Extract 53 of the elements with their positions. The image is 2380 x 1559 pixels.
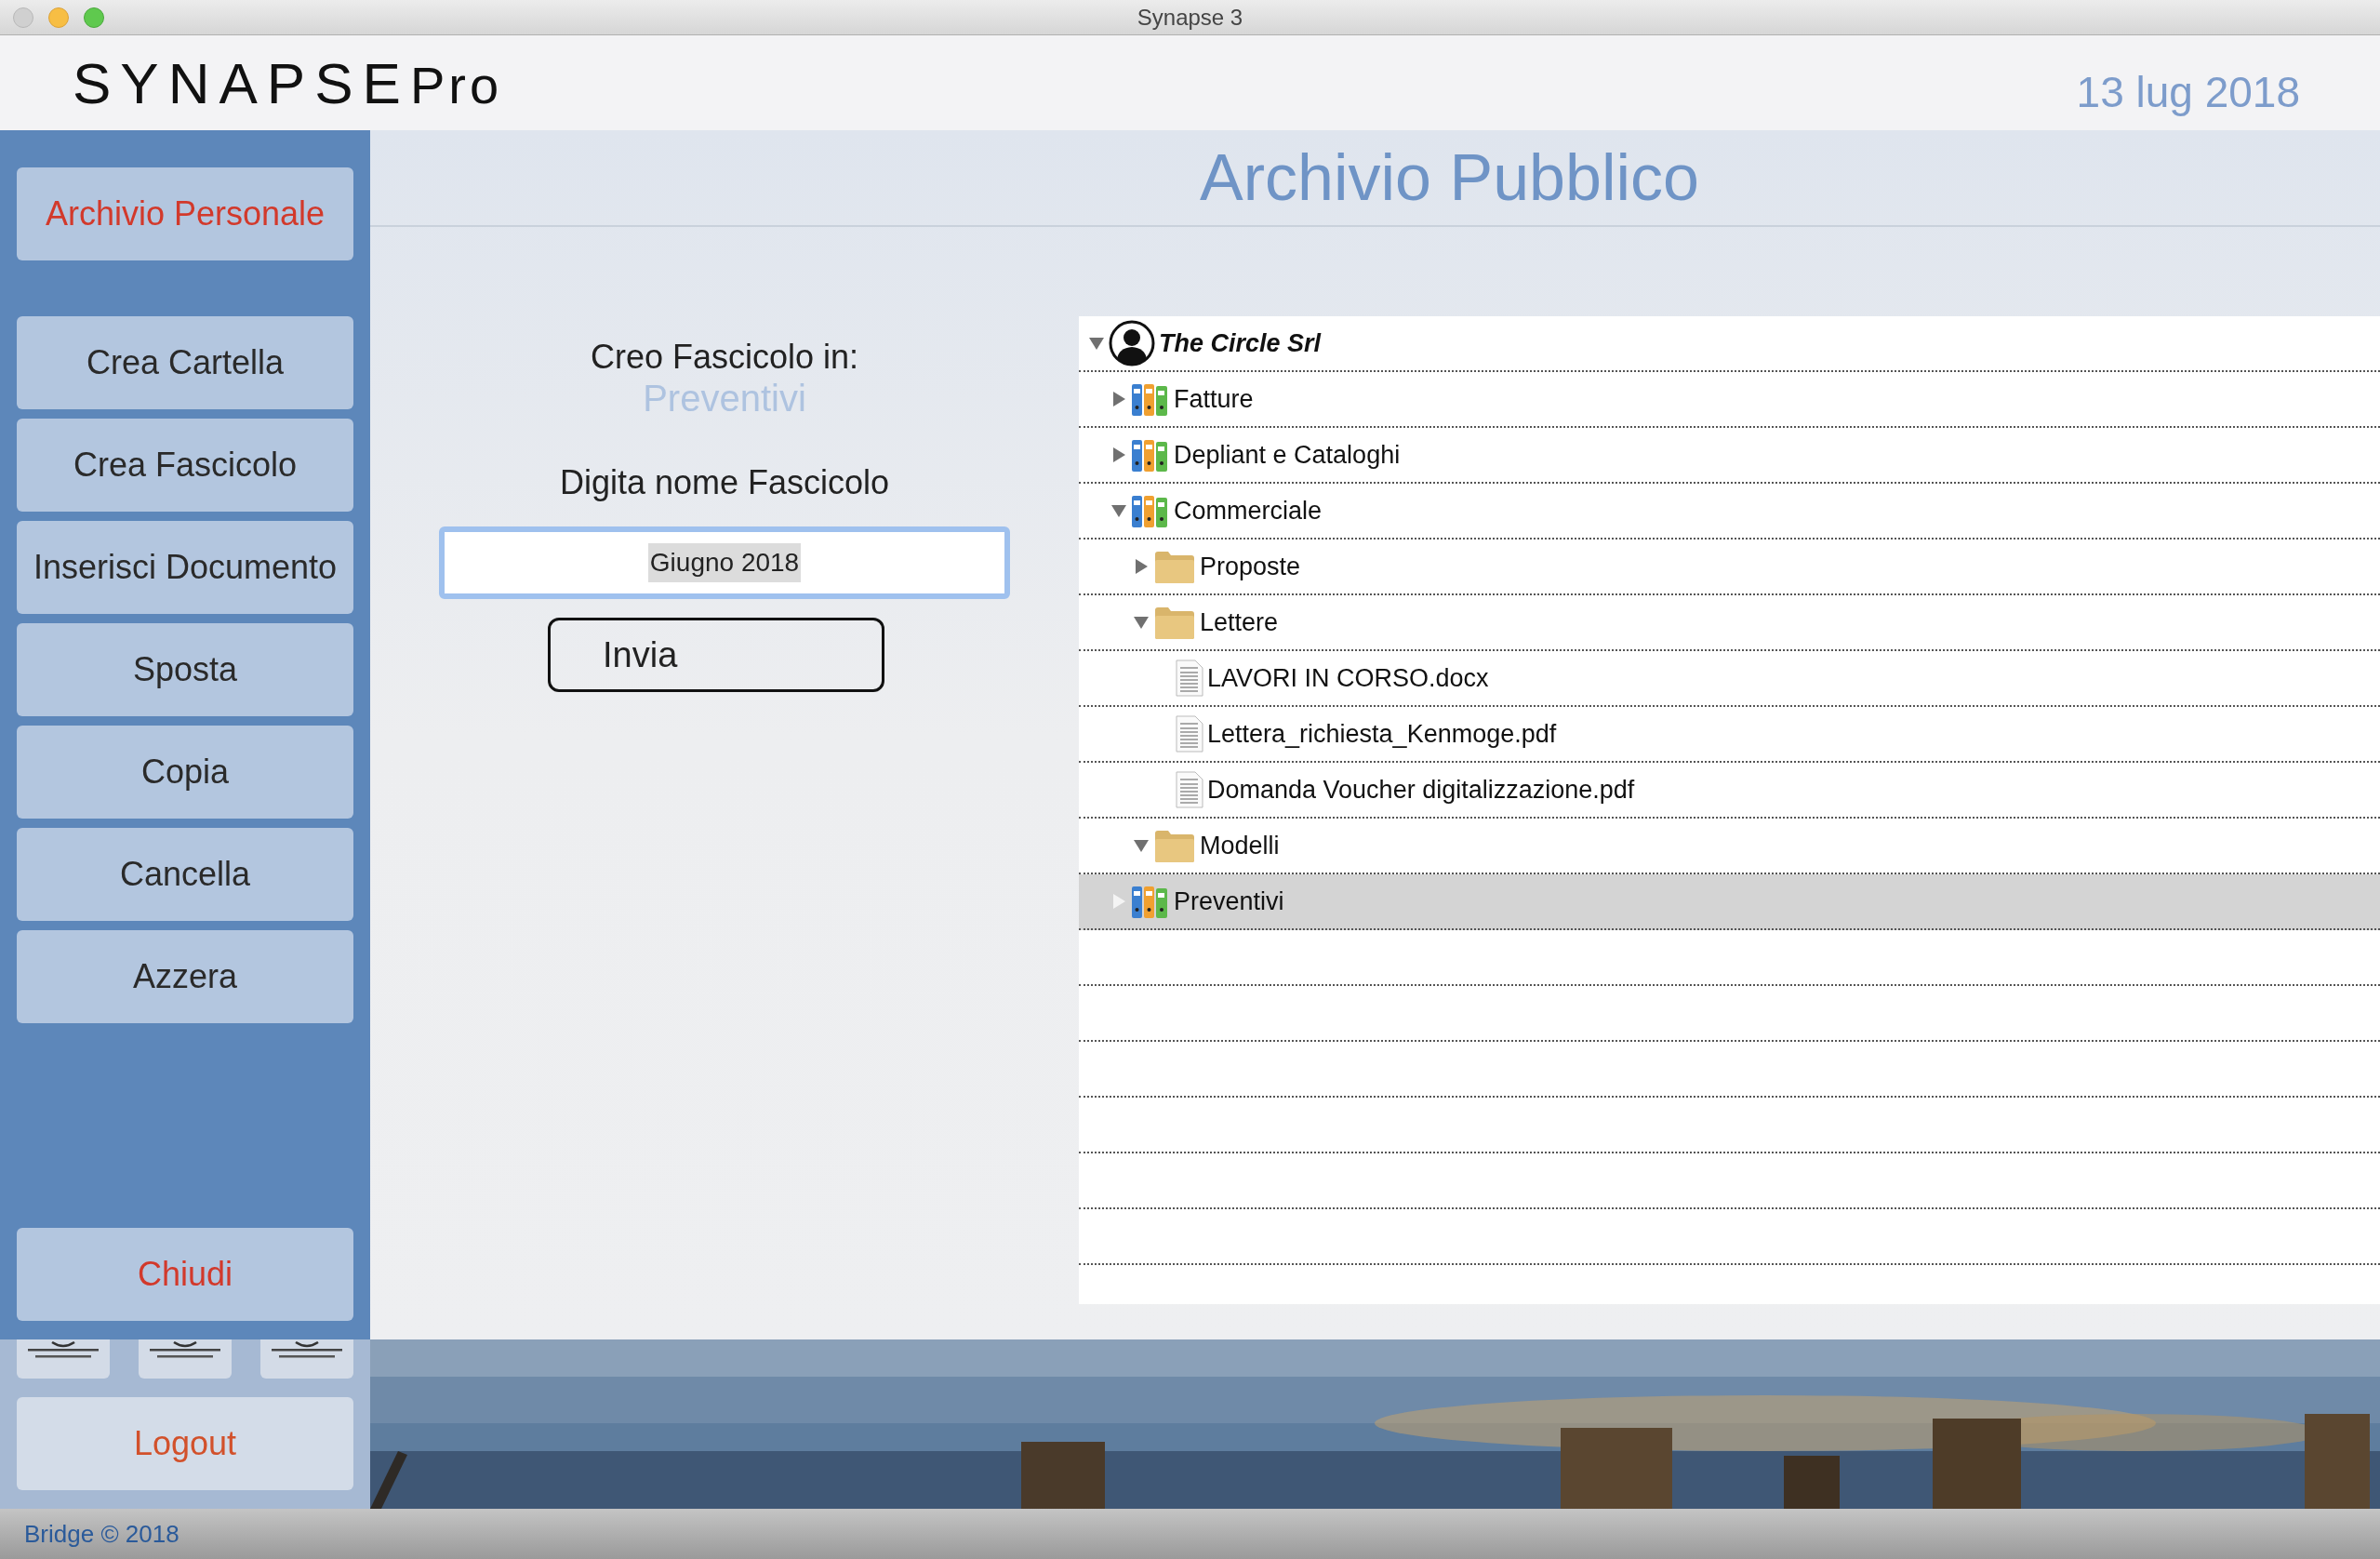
binders-icon — [1131, 437, 1170, 473]
folder-icon — [1153, 828, 1196, 863]
sidebar-button[interactable]: Copia — [17, 726, 353, 819]
sidebar-button[interactable]: Crea Cartella — [17, 316, 353, 409]
tree-item-label: Fatture — [1174, 383, 1254, 415]
tree-item-label: Modelli — [1200, 830, 1280, 861]
send-button[interactable]: Invia — [548, 618, 884, 692]
target-folder-name: Preventivi — [643, 378, 806, 419]
tree-item-label: LAVORI IN CORSO.docx — [1207, 662, 1489, 694]
tree-item-label: Lettere — [1200, 606, 1279, 638]
date-label: 13 lug 2018 — [2076, 66, 2300, 118]
person-icon — [1109, 320, 1155, 366]
document-icon — [1176, 715, 1203, 753]
app-logo: SYNAPSE Pro — [73, 49, 503, 117]
line-icon — [272, 1341, 342, 1358]
folder-icon — [1153, 605, 1196, 640]
document-icon — [1176, 660, 1203, 697]
name-field[interactable]: Giugno 2018 — [439, 526, 1010, 599]
binders-icon — [1131, 493, 1170, 528]
binders-icon — [1131, 381, 1170, 417]
page-title: Archivio Pubblico — [1200, 140, 1699, 216]
collapsed-arrow-icon[interactable] — [1133, 558, 1150, 575]
sidebar-button[interactable]: Cancella — [17, 828, 353, 921]
collapsed-arrow-icon[interactable] — [1110, 446, 1127, 463]
folder-icon — [1153, 549, 1196, 584]
tree-item-label: Preventivi — [1174, 886, 1284, 917]
expanded-arrow-icon[interactable] — [1133, 614, 1150, 631]
shortcut-tile[interactable] — [139, 1339, 232, 1379]
sidebar-button[interactable]: Azzera — [17, 930, 353, 1023]
document-icon — [1176, 771, 1203, 808]
target-label: Creo Fascicolo in: — [590, 337, 859, 378]
binders-icon — [1131, 884, 1170, 919]
expanded-arrow-icon[interactable] — [1110, 502, 1127, 519]
window-title: Synapse 3 — [1137, 3, 1243, 32]
sidebar-button[interactable]: Inserisci Documento — [17, 521, 353, 614]
sidebar-button[interactable]: Sposta — [17, 623, 353, 716]
copyright-text: Bridge © 2018 — [24, 1518, 179, 1550]
shortcut-tile[interactable] — [260, 1339, 353, 1379]
tree-item-label: Domanda Voucher digitalizzazione.pdf — [1207, 774, 1635, 806]
tree-item-label: The Circle Srl — [1159, 327, 1322, 359]
line-icon — [28, 1341, 99, 1358]
tree-row[interactable]: Preventivi — [1079, 874, 2380, 930]
name-label: Digita nome Fascicolo — [559, 462, 890, 503]
tree-item-label: Proposte — [1200, 551, 1301, 582]
expanded-arrow-icon[interactable] — [1088, 335, 1105, 352]
sidebar-button[interactable]: Crea Fascicolo — [17, 419, 353, 512]
line-icon — [150, 1341, 220, 1358]
tree-item-label: Lettera_richiesta_Kenmoge.pdf — [1207, 718, 1557, 750]
shortcut-tile[interactable] — [17, 1339, 110, 1379]
tree-item-label: Depliant e Cataloghi — [1174, 439, 1401, 471]
expanded-arrow-icon[interactable] — [1133, 837, 1150, 854]
collapsed-arrow-icon[interactable] — [1110, 391, 1127, 407]
tree-item-label: Commerciale — [1174, 495, 1323, 526]
